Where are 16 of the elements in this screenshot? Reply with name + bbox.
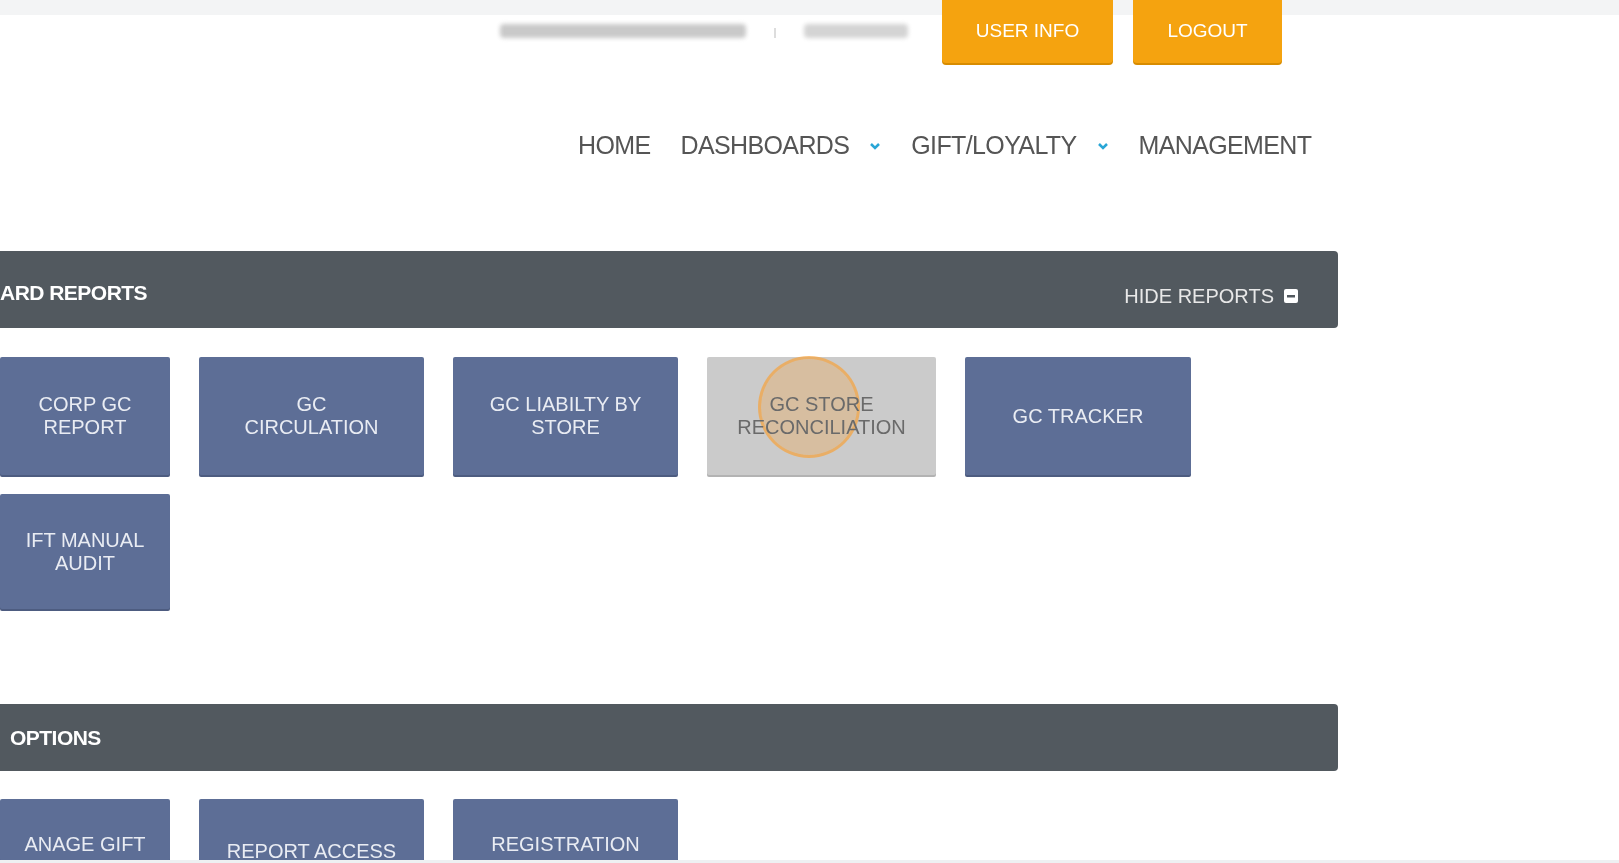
section-title: ARD REPORTS	[0, 280, 148, 306]
report-button[interactable]: IFT MANUAL AUDIT	[0, 494, 170, 609]
report-button[interactable]: CORP GC REPORT	[0, 357, 170, 475]
hide-reports-toggle[interactable]: HIDE REPORTS	[1124, 281, 1298, 311]
report-button[interactable]: GC TRACKER	[965, 357, 1191, 475]
nav-link[interactable]: MANAGEMENT	[1138, 127, 1312, 165]
nav-link[interactable]: GIFT/LOYALTY	[911, 127, 1109, 165]
report-button[interactable]: REGISTRATION	[453, 799, 678, 861]
section-title: OPTIONS	[10, 724, 101, 751]
report-button[interactable]: REPORT ACCESS	[199, 799, 424, 861]
report-button[interactable]: ANAGE GIFT	[0, 799, 170, 861]
minus-icon	[1284, 289, 1298, 303]
nav-link[interactable]: DASHBOARDS	[680, 127, 882, 165]
report-button[interactable]: GC CIRCULATION	[199, 357, 424, 475]
nav-link[interactable]: HOME	[578, 127, 651, 165]
report-button[interactable]: GC LIABILTY BY STORE	[453, 357, 678, 475]
